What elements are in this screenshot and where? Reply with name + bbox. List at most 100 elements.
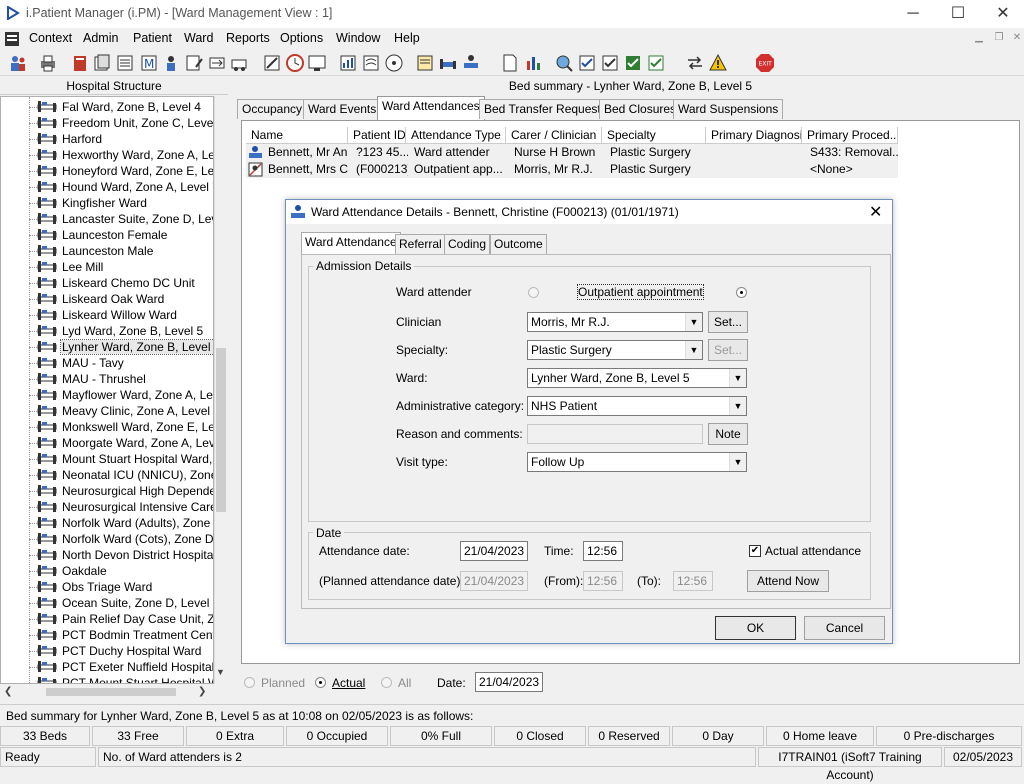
- checklist-icon[interactable]: [577, 53, 597, 73]
- monitor-icon[interactable]: [307, 53, 327, 73]
- approve-icon[interactable]: [623, 53, 643, 73]
- patient-bed-icon[interactable]: [461, 53, 481, 73]
- mdi-system-icon[interactable]: [4, 31, 20, 47]
- print-icon[interactable]: [38, 53, 58, 73]
- chart-icon[interactable]: [338, 53, 358, 73]
- dialog-close-icon[interactable]: ✕: [869, 202, 882, 222]
- tree-item-ward[interactable]: Kingfisher Ward: [37, 195, 148, 211]
- scroll-left-icon[interactable]: ❮: [4, 686, 12, 697]
- maximize-button[interactable]: ☐: [935, 0, 981, 28]
- tree-item-ward[interactable]: Harford: [37, 131, 103, 147]
- menu-reports[interactable]: Reports: [226, 31, 270, 45]
- column-header-specialty[interactable]: Specialty: [602, 127, 706, 144]
- tree-item-ward[interactable]: MAU - Tavy: [37, 355, 125, 371]
- tree-horizontal-scroll-thumb[interactable]: [46, 688, 176, 696]
- tree-item-ward[interactable]: PCT Exeter Nuffield Hospital W: [37, 659, 213, 675]
- form-icon[interactable]: [184, 53, 204, 73]
- search-globe-icon[interactable]: [554, 53, 574, 73]
- warning-icon[interactable]: [708, 53, 728, 73]
- person-icon[interactable]: [161, 53, 181, 73]
- disc-icon[interactable]: [384, 53, 404, 73]
- ambulance-icon[interactable]: [230, 53, 250, 73]
- to-input[interactable]: 12:56: [673, 571, 713, 591]
- tree-item-ward[interactable]: Honeyford Ward, Zone E, Level: [37, 163, 213, 179]
- chevron-down-icon[interactable]: ▼: [729, 397, 746, 415]
- tab-bed-closures[interactable]: Bed Closures: [599, 99, 682, 119]
- column-header-attendance-type[interactable]: Attendance Type: [406, 127, 506, 144]
- tree-item-ward[interactable]: Moorgate Ward, Zone A, Level: [37, 435, 213, 451]
- hospital-structure-tree[interactable]: Fal Ward, Zone B, Level 4 Freedom Unit, Z…: [0, 96, 214, 684]
- tree-item-ward[interactable]: Fal Ward, Zone B, Level 4: [37, 99, 202, 115]
- transfer-icon[interactable]: [207, 53, 227, 73]
- tab-referral[interactable]: Referral: [395, 234, 446, 254]
- tree-item-ward[interactable]: Norfolk Ward (Cots), Zone D, Le: [37, 531, 213, 547]
- tab-ward-attendances[interactable]: Ward Attendances: [377, 96, 485, 120]
- tree-item-ward[interactable]: PCT Bodmin Treatment Centre: [37, 627, 213, 643]
- reason-comments-input[interactable]: [527, 424, 703, 444]
- tree-item-ward[interactable]: North Devon District Hospital W: [37, 547, 213, 563]
- tree-item-ward[interactable]: Ocean Suite, Zone D, Level 6: [37, 595, 213, 611]
- menu-options[interactable]: Options: [280, 31, 323, 45]
- ward-attender-radio[interactable]: [528, 287, 539, 298]
- tab-ward-attendance[interactable]: Ward Attendance: [301, 232, 401, 255]
- tree-item-ward[interactable]: Neurosurgical Intensive Care Ur: [37, 499, 213, 515]
- users-icon[interactable]: [8, 53, 28, 73]
- note-button[interactable]: Note: [708, 423, 748, 445]
- tree-vertical-scroll-thumb[interactable]: [216, 348, 226, 512]
- time-input[interactable]: 12:56: [583, 541, 623, 561]
- specialty-combo[interactable]: Plastic Surgery ▼: [527, 340, 703, 360]
- visit-type-combo[interactable]: Follow Up ▼: [527, 452, 747, 472]
- tree-item-ward[interactable]: MAU - Thrushel: [37, 371, 147, 387]
- tree-item-ward[interactable]: Hound Ward, Zone A, Level 7: [37, 179, 213, 195]
- edit-icon[interactable]: [262, 53, 282, 73]
- planned-attendance-date-input[interactable]: 21/04/2023: [460, 571, 528, 591]
- planned-radio[interactable]: [244, 677, 255, 688]
- column-header-primary-procedure[interactable]: Primary Proced...: [802, 127, 898, 144]
- tree-item-ward[interactable]: Norfolk Ward (Adults), Zone D,: [37, 515, 213, 531]
- tree-item-ward[interactable]: Liskeard Chemo DC Unit: [37, 275, 196, 291]
- tab-occupancy[interactable]: Occupancy: [237, 99, 308, 119]
- menu-ward[interactable]: Ward: [184, 31, 213, 45]
- menu-help[interactable]: Help: [394, 31, 420, 45]
- attendance-date-input[interactable]: 21/04/2023: [460, 541, 528, 561]
- bed-icon[interactable]: [438, 53, 458, 73]
- column-header-carer-clinician[interactable]: Carer / Clinician: [506, 127, 602, 144]
- outpatient-appointment-radio[interactable]: [736, 287, 747, 298]
- column-header-patient-id[interactable]: Patient ID: [348, 127, 406, 144]
- attend-now-button[interactable]: Attend Now: [747, 570, 829, 592]
- tree-item-ward[interactable]: PCT Mount Stuart Hospital War: [37, 675, 213, 683]
- from-input[interactable]: 12:56: [583, 571, 623, 591]
- book-icon[interactable]: [70, 53, 90, 73]
- swap-icon[interactable]: [685, 53, 705, 73]
- list-icon[interactable]: [115, 53, 135, 73]
- tree-item-ward[interactable]: Mount Stuart Hospital Ward, To: [37, 451, 213, 467]
- tab-ward-suspensions[interactable]: Ward Suspensions: [673, 99, 784, 119]
- tree-item-ward[interactable]: Lyd Ward, Zone B, Level 5: [37, 323, 204, 339]
- tree-item-ward[interactable]: Lynher Ward, Zone B, Level 5: [37, 339, 213, 355]
- tree-item-ward[interactable]: Obs Triage Ward: [37, 579, 153, 595]
- tree-item-ward[interactable]: Launceston Female: [37, 227, 168, 243]
- tree-item-ward[interactable]: Monkswell Ward, Zone E, Leve: [37, 419, 213, 435]
- minimize-button[interactable]: ─: [890, 0, 936, 28]
- ward-combo[interactable]: Lynher Ward, Zone B, Level 5 ▼: [527, 368, 747, 388]
- tree-item-ward[interactable]: Neonatal ICU (NNICU), Zone D: [37, 467, 213, 483]
- filter-date-input[interactable]: 21/04/2023: [475, 672, 543, 692]
- menu-window[interactable]: Window: [336, 31, 380, 45]
- scroll-right-icon[interactable]: ❯: [198, 686, 206, 697]
- menu-context[interactable]: Context: [29, 31, 72, 45]
- tree-item-ward[interactable]: PCT Duchy Hospital Ward: [37, 643, 202, 659]
- verify-icon[interactable]: [646, 53, 666, 73]
- bar-chart-icon[interactable]: [524, 53, 544, 73]
- menu-admin[interactable]: Admin: [83, 31, 118, 45]
- tree-item-ward[interactable]: Freedom Unit, Zone C, Level 12: [37, 115, 213, 131]
- all-radio[interactable]: [381, 677, 392, 688]
- menu-patient[interactable]: Patient: [133, 31, 172, 45]
- column-header-name[interactable]: Name: [246, 127, 348, 144]
- column-header-primary-diagnosis[interactable]: Primary Diagnosis: [706, 127, 802, 144]
- notes-icon[interactable]: [361, 53, 381, 73]
- clock-icon[interactable]: [285, 53, 305, 73]
- scroll-down-icon[interactable]: ▼: [216, 667, 225, 677]
- tree-item-ward[interactable]: Liskeard Willow Ward: [37, 307, 178, 323]
- tree-item-ward[interactable]: Lee Mill: [37, 259, 104, 275]
- check-doc-icon[interactable]: [600, 53, 620, 73]
